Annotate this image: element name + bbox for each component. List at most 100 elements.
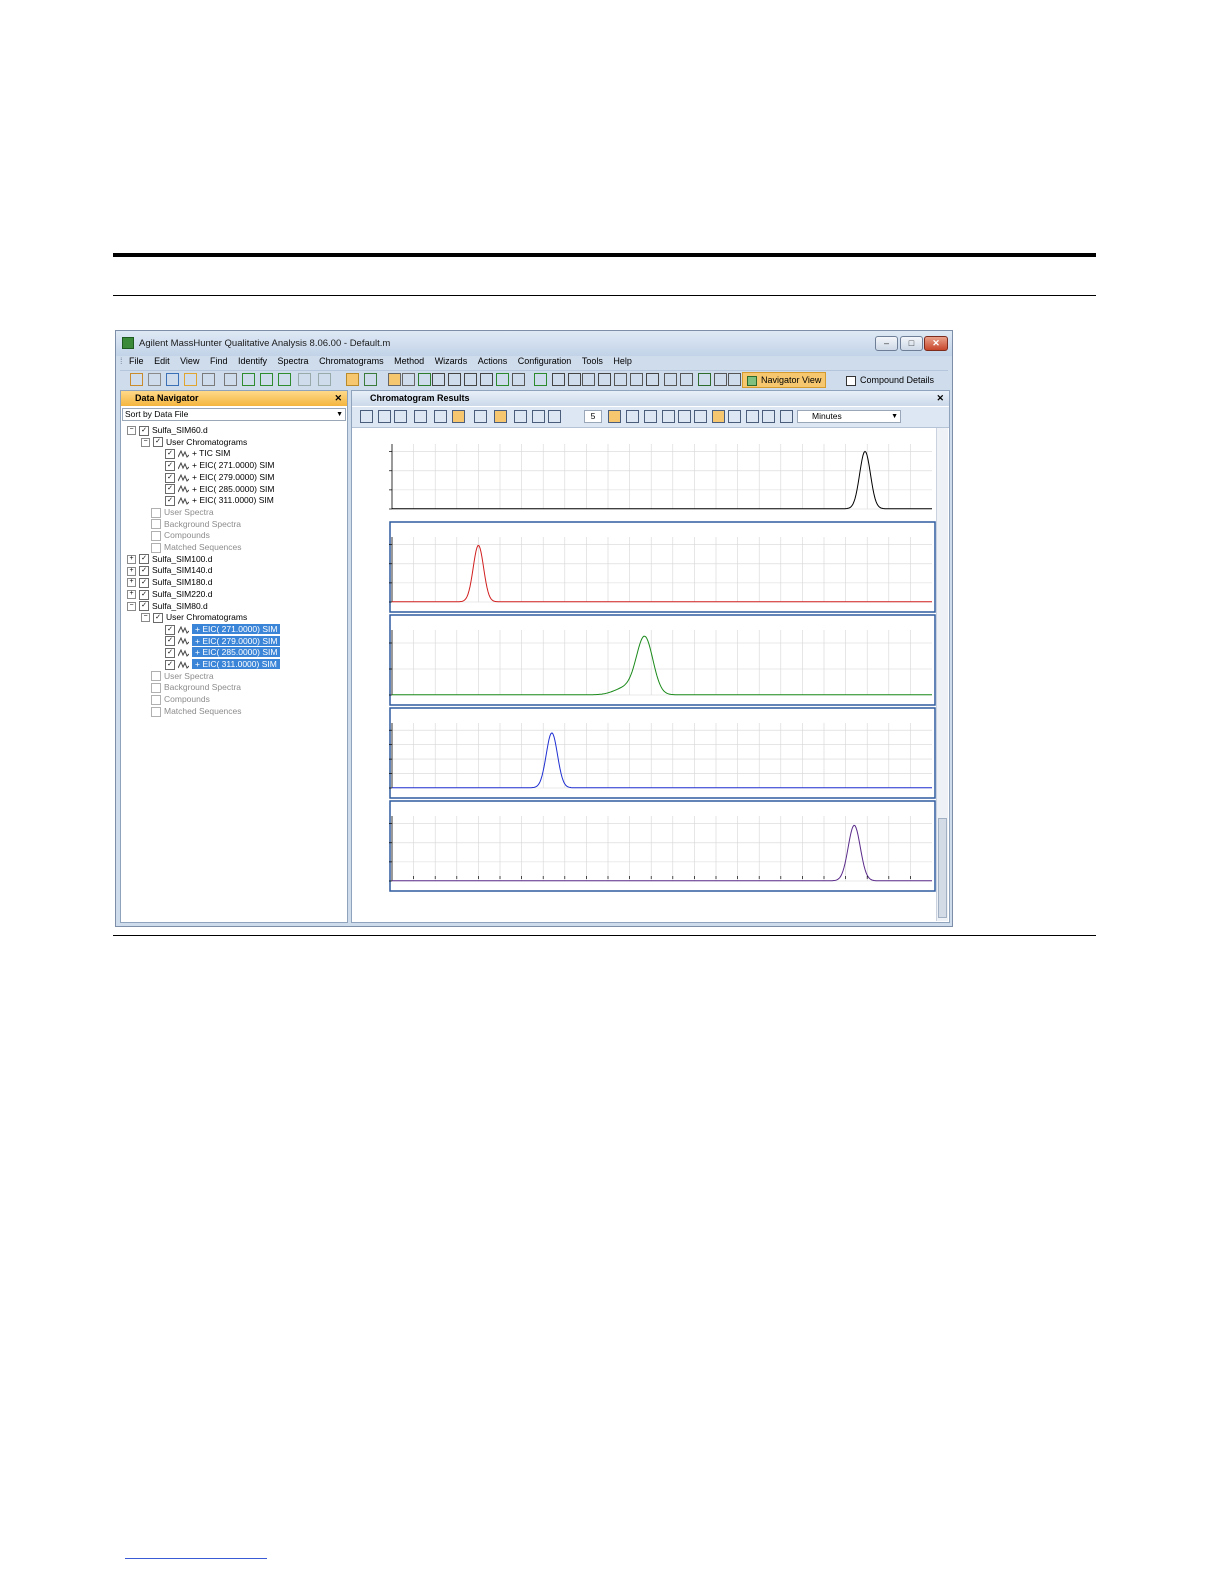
check-doc-icon[interactable] bbox=[260, 373, 273, 386]
tree-item[interactable]: ✓ + EIC( 311.0000) SIM bbox=[155, 494, 274, 506]
open-folder-icon[interactable] bbox=[148, 373, 161, 386]
tree-item[interactable]: − ✓ Sulfa_SIM80.d bbox=[127, 600, 208, 612]
fit-icon[interactable] bbox=[434, 410, 447, 423]
tree-checkbox[interactable] bbox=[151, 507, 161, 518]
menu-file[interactable]: File bbox=[129, 354, 144, 369]
menu-chromatograms[interactable]: Chromatograms bbox=[319, 354, 384, 369]
menu-configuration[interactable]: Configuration bbox=[518, 354, 572, 369]
tree-checkbox[interactable]: ✓ bbox=[139, 601, 149, 612]
tools-icon[interactable] bbox=[224, 373, 237, 386]
histogram-icon[interactable] bbox=[464, 373, 477, 386]
chromatogram-icon[interactable] bbox=[418, 373, 431, 386]
zoom-icon[interactable] bbox=[414, 410, 427, 423]
close-button[interactable]: ✕ bbox=[924, 336, 948, 351]
check-list-icon[interactable] bbox=[278, 373, 291, 386]
peak-label-icon[interactable] bbox=[494, 410, 507, 423]
database-icon[interactable] bbox=[680, 373, 693, 386]
print-icon[interactable] bbox=[780, 410, 793, 423]
minimize-button[interactable]: – bbox=[875, 336, 898, 351]
peak-area-icon[interactable] bbox=[514, 410, 527, 423]
collapse-icon[interactable]: − bbox=[141, 437, 150, 447]
collapse-icon[interactable]: − bbox=[141, 613, 150, 623]
tree-item[interactable]: User Spectra bbox=[141, 670, 214, 682]
collapse-icon[interactable]: − bbox=[127, 426, 136, 436]
tree-item[interactable]: User Spectra bbox=[141, 506, 214, 518]
tree-checkbox[interactable]: ✓ bbox=[153, 612, 163, 623]
tree-item[interactable]: − ✓ User Chromatograms bbox=[141, 436, 247, 448]
layout-icon[interactable] bbox=[714, 373, 727, 386]
sort-dropdown[interactable]: Sort by Data File ▼ bbox=[122, 408, 346, 421]
tree-item[interactable]: + ✓ Sulfa_SIM180.d bbox=[127, 576, 212, 588]
menu-identify[interactable]: Identify bbox=[238, 354, 267, 369]
tree-checkbox[interactable]: ✓ bbox=[139, 577, 149, 588]
tree-item[interactable]: + ✓ Sulfa_SIM100.d bbox=[127, 553, 212, 565]
tree-checkbox[interactable]: ✓ bbox=[165, 636, 175, 647]
menu-view[interactable]: View bbox=[180, 354, 199, 369]
tree-item[interactable]: − ✓ Sulfa_SIM60.d bbox=[127, 424, 208, 436]
tree-checkbox[interactable]: ✓ bbox=[165, 648, 175, 659]
tree-item[interactable]: ✓ + EIC( 279.0000) SIM bbox=[155, 471, 274, 483]
ratio-icon[interactable] bbox=[728, 410, 741, 423]
tree-checkbox[interactable] bbox=[151, 519, 161, 530]
tree-checkbox[interactable] bbox=[151, 694, 161, 705]
tree-checkbox[interactable] bbox=[151, 706, 161, 717]
lock-icon[interactable] bbox=[664, 373, 677, 386]
tree-checkbox[interactable]: ✓ bbox=[165, 495, 175, 506]
tree-item[interactable]: − ✓ User Chromatograms bbox=[141, 611, 247, 623]
tree-item[interactable]: ✓ + EIC( 271.0000) SIM bbox=[155, 623, 281, 635]
menu-edit[interactable]: Edit bbox=[154, 354, 170, 369]
tree-checkbox[interactable]: ✓ bbox=[165, 460, 175, 471]
peaks-icon[interactable] bbox=[626, 410, 639, 423]
bar-chart-icon[interactable] bbox=[432, 373, 445, 386]
multi-bar-icon[interactable] bbox=[552, 373, 565, 386]
data-navigator-close-icon[interactable]: ✕ bbox=[334, 391, 342, 406]
tree-checkbox[interactable]: ✓ bbox=[165, 624, 175, 635]
overlay-icon[interactable] bbox=[608, 410, 621, 423]
refresh-icon[interactable] bbox=[452, 410, 465, 423]
tree-item[interactable]: + ✓ Sulfa_SIM220.d bbox=[127, 588, 212, 600]
percent-icon[interactable] bbox=[712, 410, 725, 423]
integrate-icon[interactable] bbox=[496, 373, 509, 386]
tree-checkbox[interactable]: ✓ bbox=[139, 566, 149, 577]
tree-item[interactable]: ✓ + EIC( 285.0000) SIM bbox=[155, 646, 281, 659]
open-icon[interactable] bbox=[130, 373, 143, 386]
time-units-dropdown[interactable]: Minutes ▼ bbox=[797, 410, 901, 423]
maximize-button[interactable]: □ bbox=[900, 336, 923, 351]
panel-icon[interactable] bbox=[728, 373, 741, 386]
tree-item[interactable]: Matched Sequences bbox=[141, 705, 242, 717]
link-icon[interactable] bbox=[346, 373, 359, 386]
library-icon[interactable] bbox=[630, 373, 643, 386]
label-icon[interactable] bbox=[762, 410, 775, 423]
autoscale-xy-icon[interactable] bbox=[360, 410, 373, 423]
tree-item[interactable]: Matched Sequences bbox=[141, 541, 242, 553]
peak-up-icon[interactable] bbox=[662, 410, 675, 423]
overlay-count-field[interactable]: 5 bbox=[584, 410, 602, 423]
axis-icon[interactable] bbox=[480, 373, 493, 386]
search-icon[interactable] bbox=[598, 373, 611, 386]
redo-icon[interactable] bbox=[548, 410, 561, 423]
chromatogram-results-close-icon[interactable]: ✕ bbox=[936, 391, 944, 406]
scrollbar-thumb[interactable] bbox=[938, 818, 947, 918]
tree-item[interactable]: ✓ + EIC( 285.0000) SIM bbox=[155, 483, 274, 495]
expand-icon[interactable]: + bbox=[127, 578, 136, 588]
save-icon[interactable] bbox=[166, 373, 179, 386]
tree-item[interactable]: Background Spectra bbox=[141, 518, 241, 530]
globe-icon[interactable] bbox=[582, 373, 595, 386]
tree-item[interactable]: + ✓ Sulfa_SIM140.d bbox=[127, 564, 212, 577]
menu-actions[interactable]: Actions bbox=[478, 354, 508, 369]
check-icon[interactable] bbox=[242, 373, 255, 386]
tree-checkbox[interactable] bbox=[151, 531, 161, 542]
tree-checkbox[interactable]: ✓ bbox=[139, 425, 149, 436]
undo-icon[interactable] bbox=[298, 373, 311, 386]
menu-tools[interactable]: Tools bbox=[582, 354, 603, 369]
tree-checkbox[interactable]: ✓ bbox=[139, 589, 149, 600]
grid-icon[interactable] bbox=[746, 410, 759, 423]
collapse-icon[interactable]: − bbox=[127, 601, 136, 611]
autoscale-x-icon[interactable] bbox=[378, 410, 391, 423]
integrate-icon[interactable] bbox=[644, 410, 657, 423]
menu-find[interactable]: Find bbox=[210, 354, 228, 369]
overlay-icon[interactable] bbox=[512, 373, 525, 386]
expand-icon[interactable]: + bbox=[127, 554, 136, 564]
print-icon[interactable] bbox=[202, 373, 215, 386]
tree-item[interactable]: ✓ + EIC( 271.0000) SIM bbox=[155, 459, 274, 471]
